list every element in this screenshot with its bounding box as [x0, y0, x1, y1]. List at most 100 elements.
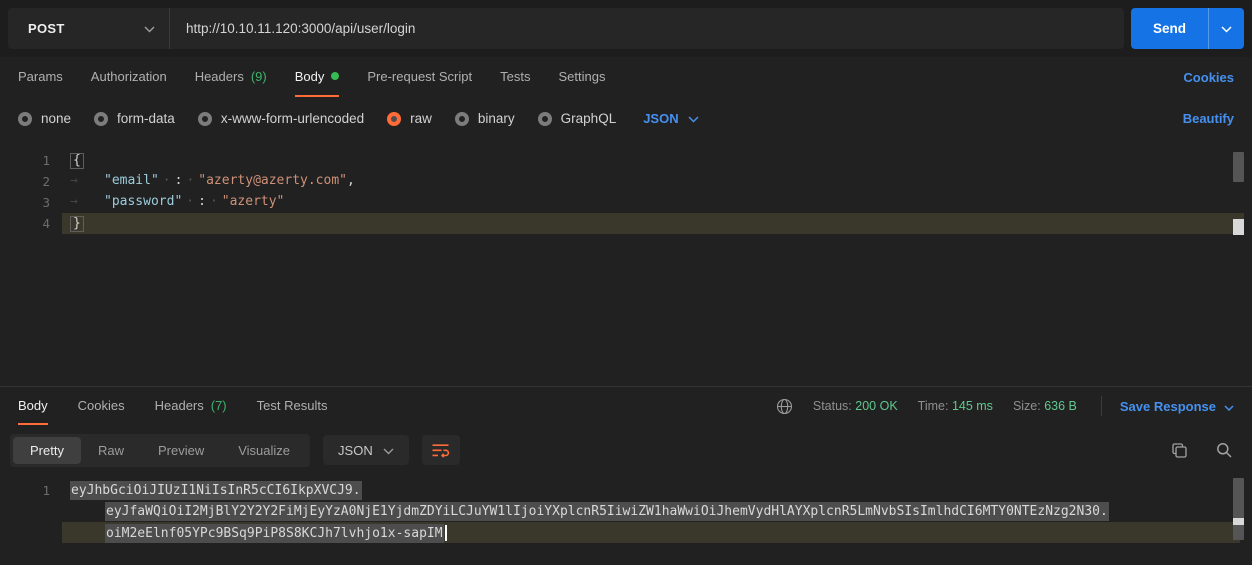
response-tabs: Body Cookies Headers(7) Test Results [18, 387, 327, 425]
method-label: POST [28, 21, 65, 36]
body-set-dot-icon [331, 72, 339, 80]
tab-label: Pre-request Script [367, 69, 472, 84]
tab-headers[interactable]: Headers (9) [195, 57, 267, 97]
line-number: 1 [0, 483, 50, 498]
tab-label: Authorization [91, 69, 167, 84]
code-content: →"email"·:·"azerty@azerty.com", [70, 173, 355, 190]
chevron-down-icon [383, 443, 394, 458]
time-label: Time: [918, 399, 949, 413]
tab-params[interactable]: Params [18, 57, 63, 97]
response-body[interactable]: 1 eyJhbGciOiJIUzI1NiIsInR5cCI6IkpXVCJ9. ey… [0, 480, 1252, 543]
copy-icon[interactable] [1171, 442, 1188, 459]
editor-scrollbar[interactable] [1233, 152, 1244, 182]
tab-label: Settings [558, 69, 605, 84]
selected-text: eyJfaWQiOiI2MjBlY2Y2Y2FiMjEyYzA0NjE1Yjdm… [105, 502, 1109, 521]
line-number: 2 [0, 174, 50, 189]
body-type-row: none form-data x-www-form-urlencoded raw bin… [0, 97, 1252, 140]
tab-authorization[interactable]: Authorization [91, 57, 167, 97]
body-type-form-data[interactable]: form-data [94, 111, 175, 126]
view-pretty[interactable]: Pretty [13, 437, 81, 464]
divider [1101, 396, 1102, 416]
radio-icon [387, 112, 401, 126]
response-tab-body[interactable]: Body [18, 387, 48, 425]
beautify-link[interactable]: Beautify [1183, 111, 1234, 126]
view-visualize[interactable]: Visualize [221, 437, 307, 464]
token-bracket: { [70, 153, 84, 169]
token-punct: : [175, 173, 183, 188]
radio-label: form-data [117, 111, 175, 126]
code-line-3[interactable]: 3→"password"·:·"azerty" [0, 192, 1252, 213]
search-icon[interactable] [1216, 442, 1232, 458]
tab-label: Params [18, 69, 63, 84]
cookies-link[interactable]: Cookies [1183, 57, 1234, 97]
tab-count: (9) [251, 69, 267, 84]
radio-label: binary [478, 111, 515, 126]
radio-label: GraphQL [561, 111, 617, 126]
raw-language-label: JSON [643, 111, 678, 126]
body-type-x-www-form-urlencoded[interactable]: x-www-form-urlencoded [198, 111, 364, 126]
token-str: "azerty@azerty.com" [198, 173, 347, 188]
tab-pre-request-script[interactable]: Pre-request Script [367, 57, 472, 97]
radio-label: x-www-form-urlencoded [221, 111, 364, 126]
tab-label: Tests [500, 69, 530, 84]
selected-text: eyJhbGciOiJIUzI1NiIsInR5cCI6IkpXVCJ9. [70, 481, 362, 500]
radio-icon [455, 112, 469, 126]
send-button-group: Send [1131, 8, 1244, 49]
body-type-raw[interactable]: raw [387, 111, 432, 126]
response-tab-cookies[interactable]: Cookies [78, 387, 125, 425]
radio-icon [198, 112, 212, 126]
tab-label: Test Results [257, 398, 328, 413]
tab-tests[interactable]: Tests [500, 57, 530, 97]
size-field: Size: 636 B [1013, 399, 1077, 413]
status-value: 200 OK [855, 399, 897, 413]
response-text: eyJfaWQiOiI2MjBlY2Y2Y2FiMjEyYzA0NjE1Yjdm… [105, 504, 1109, 519]
time-value: 145 ms [952, 399, 993, 413]
size-label: Size: [1013, 399, 1041, 413]
response-tab-headers[interactable]: Headers(7) [155, 387, 227, 425]
response-scrollbar[interactable] [1233, 478, 1244, 540]
token-dim: · [186, 194, 194, 209]
view-raw[interactable]: Raw [81, 437, 141, 464]
token-bracket: } [70, 216, 84, 232]
body-type-graphql[interactable]: GraphQL [538, 111, 617, 126]
save-response-label: Save Response [1120, 399, 1216, 414]
response-line[interactable]: 1 eyJhbGciOiJIUzI1NiIsInR5cCI6IkpXVCJ9. [0, 480, 1252, 501]
status-label: Status: [813, 399, 852, 413]
code-content: } [70, 216, 84, 232]
tab-label: Body [18, 398, 48, 413]
token-tab: → [70, 173, 104, 190]
raw-language-select[interactable]: JSON [643, 111, 698, 126]
code-line-1[interactable]: 1{ [0, 150, 1252, 171]
send-options-button[interactable] [1208, 8, 1244, 49]
method-select[interactable]: POST [8, 8, 170, 49]
token-punct: , [347, 173, 355, 188]
tab-label: Headers [195, 69, 244, 84]
line-number: 1 [0, 153, 50, 168]
response-view-switch: PrettyRawPreviewVisualize [10, 434, 310, 467]
save-response-button[interactable]: Save Response [1120, 399, 1234, 414]
response-tab-test-results[interactable]: Test Results [257, 387, 328, 425]
time-field: Time: 145 ms [918, 399, 993, 413]
url-input[interactable]: http://10.10.11.120:3000/api/user/login [170, 8, 1124, 49]
radio-icon [94, 112, 108, 126]
response-line[interactable]: eyJfaWQiOiI2MjBlY2Y2Y2FiMjEyYzA0NjE1Yjdm… [0, 501, 1252, 522]
tab-body[interactable]: Body [295, 57, 340, 97]
code-line-4[interactable]: 4} [0, 213, 1252, 234]
body-type-none[interactable]: none [18, 111, 71, 126]
wrap-lines-button[interactable] [422, 435, 460, 465]
token-tab: → [70, 194, 104, 211]
body-type-binary[interactable]: binary [455, 111, 515, 126]
response-cursor-marker [1233, 518, 1244, 525]
request-body-editor[interactable]: 1{2→"email"·:·"azerty@azerty.com",3→"pas… [0, 150, 1252, 386]
send-button[interactable]: Send [1131, 8, 1208, 49]
response-language-select[interactable]: JSON [323, 435, 409, 465]
editor-cursor-marker [1233, 219, 1244, 235]
radio-icon [538, 112, 552, 126]
view-preview[interactable]: Preview [141, 437, 221, 464]
response-tabs-row: Body Cookies Headers(7) Test Results Status… [0, 387, 1252, 425]
code-line-2[interactable]: 2 →"email"·:·"azerty@azerty.com", [0, 171, 1252, 192]
response-line[interactable]: oiM2eElnf05YPc9BSq9PiP8S8KCJh7lvhjo1x-sa… [0, 522, 1252, 543]
response-text: oiM2eElnf05YPc9BSq9PiP8S8KCJh7lvhjo1x-sa… [105, 525, 447, 541]
response-actions [1171, 442, 1242, 459]
tab-settings[interactable]: Settings [558, 57, 605, 97]
